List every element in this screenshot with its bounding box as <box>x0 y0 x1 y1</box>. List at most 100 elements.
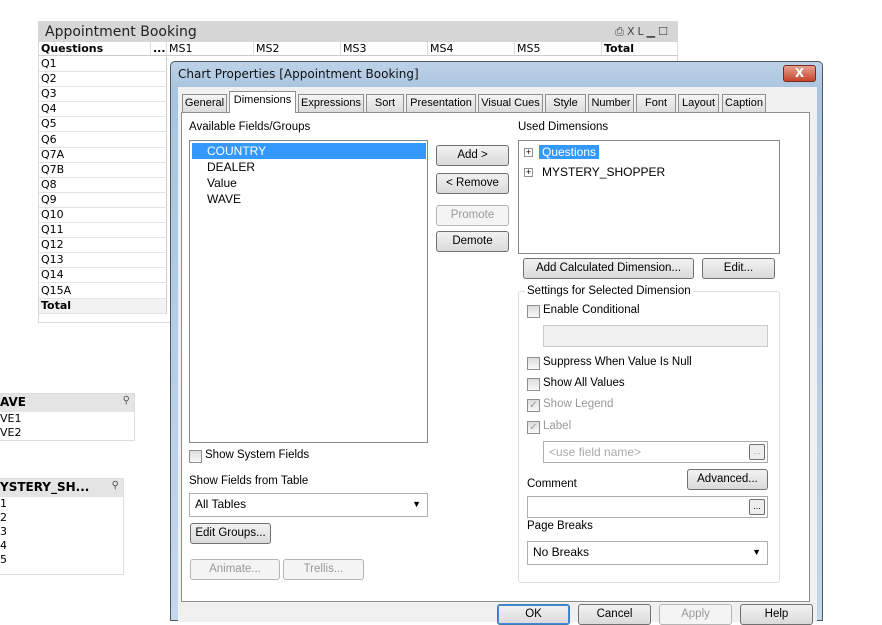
comment-ellipsis-button[interactable]: ... <box>749 499 765 515</box>
list-item[interactable]: 5 <box>0 553 123 567</box>
label-field[interactable]: <use field name>... <box>543 441 768 463</box>
add-button[interactable]: Add > <box>436 145 509 166</box>
xl-export-icon[interactable]: XL <box>627 25 647 38</box>
add-calculated-dimension-button[interactable]: Add Calculated Dimension... <box>523 258 694 279</box>
help-button[interactable]: Help <box>740 604 813 625</box>
promote-button[interactable]: Promote <box>436 205 509 226</box>
comment-label: Comment <box>527 478 577 490</box>
tab-font[interactable]: Font <box>636 94 676 112</box>
enable-conditional-checkbox[interactable] <box>527 305 540 318</box>
expand-icon[interactable]: + <box>524 168 533 178</box>
listbox-mystery-shopper-title: YSTERY_SH... ⚲ <box>0 479 123 497</box>
column-header-ms1[interactable]: MS1 <box>167 42 254 56</box>
column-header-questions[interactable]: Questions <box>39 42 151 56</box>
field-item-country[interactable]: COUNTRY <box>192 143 426 159</box>
chevron-down-icon: ▼ <box>412 499 421 509</box>
table-row-label[interactable]: Q9 <box>39 192 167 208</box>
maximize-icon[interactable]: ☐ <box>658 25 671 38</box>
table-row-label[interactable]: Q3 <box>39 87 167 103</box>
expand-icon[interactable]: + <box>524 148 533 158</box>
tab-number[interactable]: Number <box>588 94 634 112</box>
table-row-label[interactable]: Q14 <box>39 268 167 284</box>
show-fields-from-table-label: Show Fields from Table <box>189 475 309 487</box>
edit-groups-button[interactable]: Edit Groups... <box>190 523 271 544</box>
table-row-label[interactable]: Q1 <box>39 57 167 72</box>
advanced-button[interactable]: Advanced... <box>687 469 768 490</box>
minimize-icon[interactable]: ▁ <box>647 25 658 38</box>
search-icon[interactable]: ⚲ <box>112 480 119 491</box>
tab-visual-cues[interactable]: Visual Cues <box>478 94 543 112</box>
settings-groupbox-label: Settings for Selected Dimension <box>525 285 693 297</box>
table-row-label[interactable]: Q7B <box>39 162 167 178</box>
column-header-total[interactable]: Total <box>602 42 678 56</box>
tab-layout[interactable]: Layout <box>678 94 719 112</box>
table-row-label[interactable]: Q4 <box>39 102 167 118</box>
list-item[interactable]: VE2 <box>0 426 134 440</box>
tab-general[interactable]: General <box>182 94 227 112</box>
suppress-null-checkbox[interactable] <box>527 357 540 370</box>
apply-button[interactable]: Apply <box>659 604 732 625</box>
remove-button[interactable]: < Remove <box>436 173 509 194</box>
listbox-mystery-shopper[interactable]: YSTERY_SH... ⚲ 1 2 3 4 5 <box>0 478 124 575</box>
used-dimensions-list[interactable]: + Questions + MYSTERY_SHOPPER <box>518 140 780 254</box>
column-header-ms5[interactable]: MS5 <box>515 42 602 56</box>
table-row-label[interactable]: Q13 <box>39 253 167 269</box>
field-item-value[interactable]: Value <box>207 175 237 191</box>
field-item-wave[interactable]: WAVE <box>207 191 241 207</box>
column-header-ms3[interactable]: MS3 <box>341 42 428 56</box>
used-dimension-questions[interactable]: + Questions <box>524 144 600 160</box>
show-legend-checkbox[interactable]: ✓ <box>527 399 540 412</box>
dialog-title: Chart Properties [Appointment Booking] <box>178 67 419 81</box>
table-row-label[interactable]: Q7A <box>39 147 167 163</box>
page-breaks-select[interactable]: No Breaks ▼ <box>527 541 768 565</box>
table-row-label[interactable]: Q15A <box>39 283 167 299</box>
list-item[interactable]: 4 <box>0 539 123 553</box>
tab-expressions[interactable]: Expressions <box>298 94 364 112</box>
enable-conditional-label: Enable Conditional <box>543 304 640 316</box>
list-item[interactable]: VE1 <box>0 412 134 426</box>
available-fields-list[interactable]: COUNTRY DEALER Value WAVE <box>189 140 428 443</box>
show-system-fields-checkbox[interactable] <box>189 450 202 463</box>
ok-button[interactable]: OK <box>497 604 570 625</box>
caption-icons[interactable]: ⎙XL▁☐ <box>615 25 671 39</box>
tab-style[interactable]: Style <box>545 94 586 112</box>
table-row-label[interactable]: Q5 <box>39 117 167 133</box>
tab-presentation[interactable]: Presentation <box>406 94 476 112</box>
show-all-values-label: Show All Values <box>543 377 625 389</box>
edit-dimension-button[interactable]: Edit... <box>702 258 775 279</box>
label-ellipsis-button[interactable]: ... <box>749 444 765 460</box>
animate-button[interactable]: Animate... <box>190 559 280 580</box>
table-row-label[interactable]: Q10 <box>39 208 167 223</box>
used-dimension-mystery-shopper[interactable]: + MYSTERY_SHOPPER <box>524 164 668 180</box>
table-row-label[interactable]: Q2 <box>39 72 167 88</box>
close-button[interactable]: X <box>783 65 816 82</box>
table-row-label[interactable]: Q6 <box>39 132 167 148</box>
table-row-label[interactable]: Q11 <box>39 223 167 239</box>
show-system-fields-label: Show System Fields <box>205 449 310 461</box>
trellis-button[interactable]: Trellis... <box>283 559 364 580</box>
list-item[interactable]: 2 <box>0 511 123 525</box>
cancel-button[interactable]: Cancel <box>578 604 651 625</box>
field-item-dealer[interactable]: DEALER <box>207 159 255 175</box>
list-item[interactable]: 1 <box>0 497 123 511</box>
label-checkbox[interactable]: ✓ <box>527 421 540 434</box>
table-row-label[interactable]: Q8 <box>39 177 167 193</box>
search-icon[interactable]: ⚲ <box>123 395 130 406</box>
show-fields-from-table-select[interactable]: All Tables ▼ <box>189 493 428 517</box>
demote-button[interactable]: Demote <box>436 231 509 252</box>
listbox-wave[interactable]: AVE ⚲ VE1 VE2 <box>0 393 135 441</box>
column-header-more[interactable]: ... <box>151 42 167 56</box>
list-item[interactable]: 3 <box>0 525 123 539</box>
show-all-values-checkbox[interactable] <box>527 378 540 391</box>
column-header-ms4[interactable]: MS4 <box>428 42 515 56</box>
tab-caption[interactable]: Caption <box>722 94 766 112</box>
tab-dimensions[interactable]: Dimensions <box>229 91 296 113</box>
label-checkbox-label: Label <box>543 420 572 432</box>
chevron-down-icon: ▼ <box>752 547 761 557</box>
tab-sort[interactable]: Sort <box>366 94 404 112</box>
table-row-label[interactable]: Q12 <box>39 238 167 254</box>
comment-field[interactable]: ... <box>527 496 768 518</box>
print-icon[interactable]: ⎙ <box>615 25 627 38</box>
column-header-ms2[interactable]: MS2 <box>254 42 341 56</box>
table-row-label[interactable]: Total <box>39 298 167 314</box>
